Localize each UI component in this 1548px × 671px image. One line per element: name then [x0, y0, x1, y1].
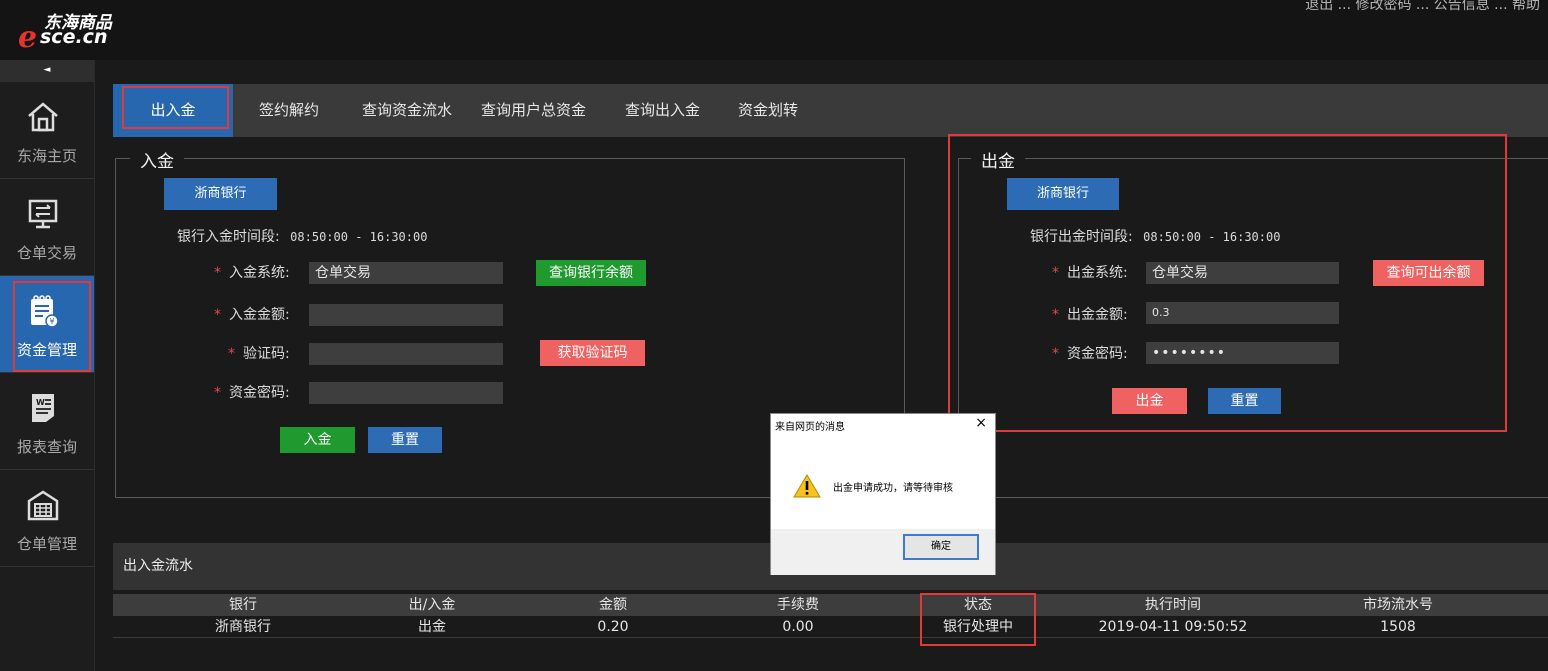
dialog-body: 出金申请成功，请等待审核: [771, 447, 995, 529]
deposit-amount-caption: 入金金额:: [229, 307, 290, 323]
deposit-time-range: 08:50:00 - 16:30:00: [290, 230, 428, 244]
dialog-ok-button[interactable]: 确定: [903, 534, 979, 560]
table-header-cell: 银行: [229, 597, 257, 613]
tab-fund-transfer[interactable]: 资金划转: [738, 84, 798, 137]
table-cell: 1508: [1380, 619, 1416, 635]
dialog-close-button[interactable]: ×: [975, 415, 987, 431]
deposit-submit-button[interactable]: 入金: [280, 427, 355, 453]
sidebar-item-label: 东海主页: [16, 147, 77, 165]
sidebar-item-home[interactable]: 东海主页: [0, 82, 94, 179]
tab-query-fund-flow[interactable]: 查询资金流水: [362, 84, 452, 137]
sidebar-item-warehouse[interactable]: 仓单管理: [0, 470, 94, 567]
dialog-message: 出金申请成功，请等待审核: [833, 483, 953, 494]
deposit-password-label: * 资金密码:: [214, 385, 290, 401]
table-cell: 0.20: [597, 619, 629, 635]
withdraw-password-label: * 资金密码:: [1052, 346, 1128, 362]
query-bank-balance-button[interactable]: 查询银行余额: [536, 260, 646, 286]
withdraw-amount-input[interactable]: 0.3: [1146, 302, 1339, 324]
top-links[interactable]: 退出 ... 修改密码 ... 公告信息 ... 帮助: [1305, 0, 1540, 14]
deposit-time-caption: 银行入金时间段:: [177, 229, 280, 245]
deposit-code-caption: 验证码:: [243, 346, 290, 362]
table-cell: 出金: [418, 619, 446, 635]
warehouse-icon: [27, 490, 59, 521]
deposit-amount-label: * 入金金额:: [214, 307, 290, 323]
tab-query-total-fund[interactable]: 查询用户总资金: [481, 84, 586, 137]
tab-sign-contract[interactable]: 签约解约: [259, 84, 319, 137]
withdraw-reset-button[interactable]: 重置: [1208, 388, 1281, 414]
sidebar-item-label: 仓单管理: [16, 535, 77, 553]
warning-icon: [793, 474, 821, 498]
sidebar-item-report[interactable]: W 报表查询: [0, 373, 94, 470]
table-header-cell: 状态: [964, 597, 992, 613]
deposit-reset-button[interactable]: 重置: [368, 427, 442, 453]
table-cell: 0.00: [782, 619, 814, 635]
svg-text:¥: ¥: [49, 317, 54, 326]
sidebar-collapse-button[interactable]: ◄: [0, 60, 94, 82]
withdraw-system-field[interactable]: 仓单交易: [1146, 262, 1339, 284]
trade-monitor-icon: [28, 199, 58, 229]
sidebar-item-label: 资金管理: [16, 341, 77, 359]
message-dialog: 来自网页的消息 × 出金申请成功，请等待审核 确定: [770, 413, 996, 575]
withdraw-system-label: * 出金系统:: [1052, 265, 1128, 281]
withdraw-system-caption: 出金系统:: [1067, 265, 1128, 281]
deposit-legend: 入金: [130, 147, 184, 172]
deposit-system-caption: 入金系统:: [229, 265, 290, 281]
sidebar: ◄ 东海主页 仓单交易 ¥ 资金管理 W 报表查询 仓单管理: [0, 60, 95, 671]
deposit-time-label: 银行入金时间段: 08:50:00 - 16:30:00: [177, 226, 427, 246]
verification-code-input[interactable]: [309, 343, 503, 365]
deposit-system-label: * 入金系统:: [214, 265, 290, 281]
table-header-cell: 市场流水号: [1363, 597, 1433, 613]
deposit-bank-button[interactable]: 浙商银行: [164, 178, 277, 210]
query-withdrawable-button[interactable]: 查询可出余额: [1373, 260, 1484, 286]
table-header-cell: 手续费: [777, 597, 819, 613]
table-header-row: 银行 出/入金 金额 手续费 状态 执行时间 市场流水号: [113, 594, 1548, 616]
table-header-cell: 金额: [599, 597, 627, 613]
top-bar: e 东海商品 sce.cn 退出 ... 修改密码 ... 公告信息 ... 帮…: [0, 0, 1548, 60]
withdraw-time-label: 银行出金时间段: 08:50:00 - 16:30:00: [1030, 226, 1280, 246]
logo-domain: sce.cn: [40, 26, 108, 48]
dialog-title: 来自网页的消息: [775, 422, 845, 433]
tab-deposit-withdraw[interactable]: 出入金: [113, 84, 233, 137]
deposit-amount-input[interactable]: [309, 304, 503, 326]
deposit-password-input[interactable]: [309, 382, 503, 404]
withdraw-password-caption: 资金密码:: [1067, 346, 1128, 362]
svg-text:W: W: [36, 398, 45, 407]
table-cell: 2019-04-11 09:50:52: [1098, 619, 1248, 635]
sidebar-item-label: 报表查询: [16, 438, 77, 456]
dialog-footer: 确定: [771, 529, 995, 575]
flow-table: 银行 出/入金 金额 手续费 状态 执行时间 市场流水号 浙商银行 出金 0.2…: [113, 594, 1548, 638]
deposit-password-caption: 资金密码:: [229, 385, 290, 401]
table-cell: 浙商银行: [215, 619, 271, 635]
withdraw-bank-button[interactable]: 浙商银行: [1007, 178, 1119, 210]
tab-bar: 出入金 签约解约 查询资金流水 查询用户总资金 查询出入金 资金划转: [113, 84, 1548, 137]
withdraw-amount-caption: 出金金额:: [1067, 307, 1128, 323]
withdraw-time-range: 08:50:00 - 16:30:00: [1143, 230, 1281, 244]
withdraw-time-caption: 银行出金时间段:: [1030, 229, 1133, 245]
sidebar-item-label: 仓单交易: [16, 244, 77, 262]
fund-notebook-icon: ¥: [31, 295, 59, 328]
get-code-button[interactable]: 获取验证码: [540, 340, 645, 366]
sidebar-item-fund[interactable]: ¥ 资金管理: [0, 276, 94, 373]
logo-letter: e: [18, 20, 38, 55]
withdraw-legend: 出金: [971, 147, 1025, 172]
table-header-cell: 出/入金: [408, 597, 456, 613]
sidebar-item-trade[interactable]: 仓单交易: [0, 179, 94, 276]
withdraw-amount-label: * 出金金额:: [1052, 307, 1128, 323]
tab-query-deposit-withdraw[interactable]: 查询出入金: [625, 84, 700, 137]
home-icon: [28, 102, 58, 132]
table-header-cell: 执行时间: [1145, 597, 1201, 613]
deposit-code-label: * 验证码:: [228, 346, 290, 362]
table-cell: 银行处理中: [943, 619, 1013, 635]
withdraw-submit-button[interactable]: 出金: [1112, 388, 1187, 414]
report-doc-icon: W: [32, 394, 54, 422]
withdraw-password-input[interactable]: ••••••••: [1146, 342, 1339, 364]
table-row[interactable]: 浙商银行 出金 0.20 0.00 银行处理中 2019-04-11 09:50…: [113, 616, 1548, 638]
deposit-system-field[interactable]: 仓单交易: [309, 262, 503, 284]
